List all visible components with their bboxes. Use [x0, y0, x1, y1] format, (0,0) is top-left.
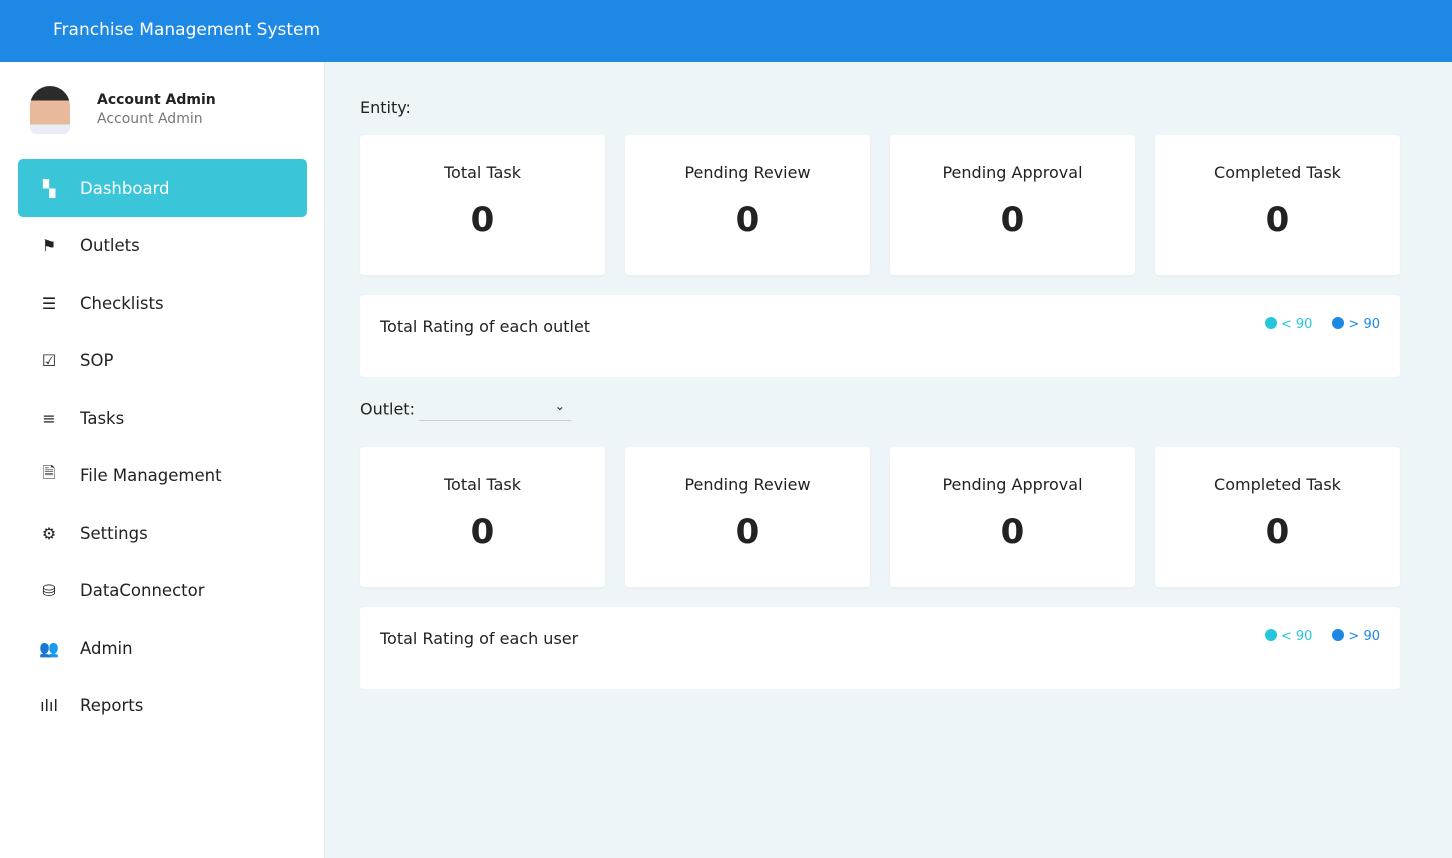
- stat-value: 0: [735, 512, 760, 552]
- stat-card-pending-approval: Pending Approval 0: [890, 447, 1135, 587]
- sidebar-item-outlets[interactable]: ⚑ Outlets: [18, 217, 307, 275]
- stat-value: 0: [1000, 200, 1025, 240]
- user-profile: Account Admin Account Admin: [30, 86, 216, 134]
- stat-title: Total Task: [444, 475, 521, 494]
- file-icon: 🗎: [42, 463, 56, 482]
- sidebar-item-label: Outlets: [80, 236, 140, 255]
- stat-value: 0: [1265, 200, 1290, 240]
- main-content: Entity: Total Task 0 Pending Review 0 Pend…: [360, 62, 1400, 689]
- stat-card-completed-task: Completed Task 0: [1155, 447, 1400, 587]
- stat-value: 0: [470, 512, 495, 552]
- profile-role: Account Admin: [97, 111, 203, 127]
- sidebar-item-label: SOP: [80, 351, 114, 370]
- sidebar-item-admin[interactable]: 👥 Admin: [18, 619, 307, 677]
- stat-title: Completed Task: [1214, 163, 1341, 182]
- stat-title: Pending Approval: [942, 163, 1083, 182]
- entity-stats: Total Task 0 Pending Review 0 Pending Appr…: [360, 135, 1400, 275]
- entity-label: Entity:: [360, 98, 411, 117]
- user-rating-panel: Total Rating of each user < 90 > 90: [360, 607, 1400, 689]
- outlet-stats: Total Task 0 Pending Review 0 Pending Appr…: [360, 447, 1400, 587]
- outlet-filter: Outlet: ⌄: [360, 399, 1400, 447]
- stat-value: 0: [1265, 512, 1290, 552]
- stat-card-total-task: Total Task 0: [360, 135, 605, 275]
- clipboard-check-icon: ☑: [41, 351, 57, 370]
- sidebar-nav: ▚ Dashboard ⚑ Outlets ☰ Checklists ☑ SOP ≡ Ta…: [18, 159, 307, 734]
- legend-item-below-90[interactable]: < 90: [1264, 629, 1312, 644]
- outlet-select[interactable]: ⌄: [418, 399, 571, 421]
- app-header: Franchise Management System: [0, 0, 1452, 62]
- outlet-label: Outlet:: [360, 399, 415, 419]
- app-title: Franchise Management System: [53, 20, 321, 40]
- stat-title: Completed Task: [1214, 475, 1341, 494]
- chart-legend: < 90 > 90: [1264, 629, 1380, 644]
- sidebar-item-label: DataConnector: [80, 581, 205, 600]
- stat-card-completed-task: Completed Task 0: [1155, 135, 1400, 275]
- gear-icon: ⚙: [41, 523, 57, 543]
- sidebar-item-file-management[interactable]: 🗎 File Management: [18, 447, 307, 505]
- stat-value: 0: [1000, 512, 1025, 552]
- flag-icon: ⚑: [41, 236, 57, 255]
- stat-card-total-task: Total Task 0: [360, 447, 605, 587]
- sidebar-item-label: Settings: [80, 523, 148, 543]
- legend-item-above-90[interactable]: > 90: [1332, 317, 1380, 332]
- database-icon: ⛁: [42, 581, 56, 600]
- sidebar-item-label: Checklists: [80, 293, 164, 313]
- chart-legend: < 90 > 90: [1264, 317, 1380, 332]
- stat-card-pending-approval: Pending Approval 0: [890, 135, 1135, 275]
- legend-item-above-90[interactable]: > 90: [1332, 629, 1380, 644]
- outlet-rating-panel: Total Rating of each outlet < 90 > 90: [360, 295, 1400, 377]
- profile-name: Account Admin: [97, 92, 216, 108]
- stat-card-pending-review: Pending Review 0: [625, 447, 870, 587]
- panel-title: Total Rating of each outlet: [380, 317, 591, 336]
- sidebar-item-tasks[interactable]: ≡ Tasks: [18, 389, 307, 447]
- dashboard-icon: ▚: [42, 178, 56, 198]
- bar-chart-icon: ılıl: [40, 696, 58, 715]
- stat-title: Pending Review: [684, 475, 811, 494]
- stat-title: Pending Review: [684, 163, 811, 182]
- sidebar: Account Admin Account Admin ▚ Dashboard ⚑…: [0, 62, 325, 858]
- task-list-icon: ≡: [42, 408, 56, 428]
- chevron-down-icon: ⌄: [554, 399, 565, 413]
- list-icon: ☰: [41, 293, 57, 313]
- stat-card-pending-review: Pending Review 0: [625, 135, 870, 275]
- sidebar-item-label: Dashboard: [80, 178, 170, 198]
- sidebar-item-sop[interactable]: ☑ SOP: [18, 332, 307, 390]
- users-icon: 👥: [39, 638, 59, 658]
- sidebar-item-dataconnector[interactable]: ⛁ DataConnector: [18, 562, 307, 620]
- stat-title: Pending Approval: [942, 475, 1083, 494]
- panel-title: Total Rating of each user: [380, 629, 579, 648]
- sidebar-item-label: File Management: [80, 466, 222, 485]
- sidebar-item-settings[interactable]: ⚙ Settings: [18, 504, 307, 562]
- sidebar-item-label: Reports: [80, 696, 144, 715]
- sidebar-item-label: Admin: [80, 638, 133, 658]
- sidebar-item-checklists[interactable]: ☰ Checklists: [18, 274, 307, 332]
- stat-value: 0: [735, 200, 760, 240]
- sidebar-item-label: Tasks: [80, 408, 125, 428]
- avatar: [30, 86, 70, 134]
- sidebar-item-dashboard[interactable]: ▚ Dashboard: [18, 159, 307, 217]
- legend-item-below-90[interactable]: < 90: [1264, 317, 1312, 332]
- stat-title: Total Task: [444, 163, 521, 182]
- sidebar-item-reports[interactable]: ılıl Reports: [18, 677, 307, 735]
- stat-value: 0: [470, 200, 495, 240]
